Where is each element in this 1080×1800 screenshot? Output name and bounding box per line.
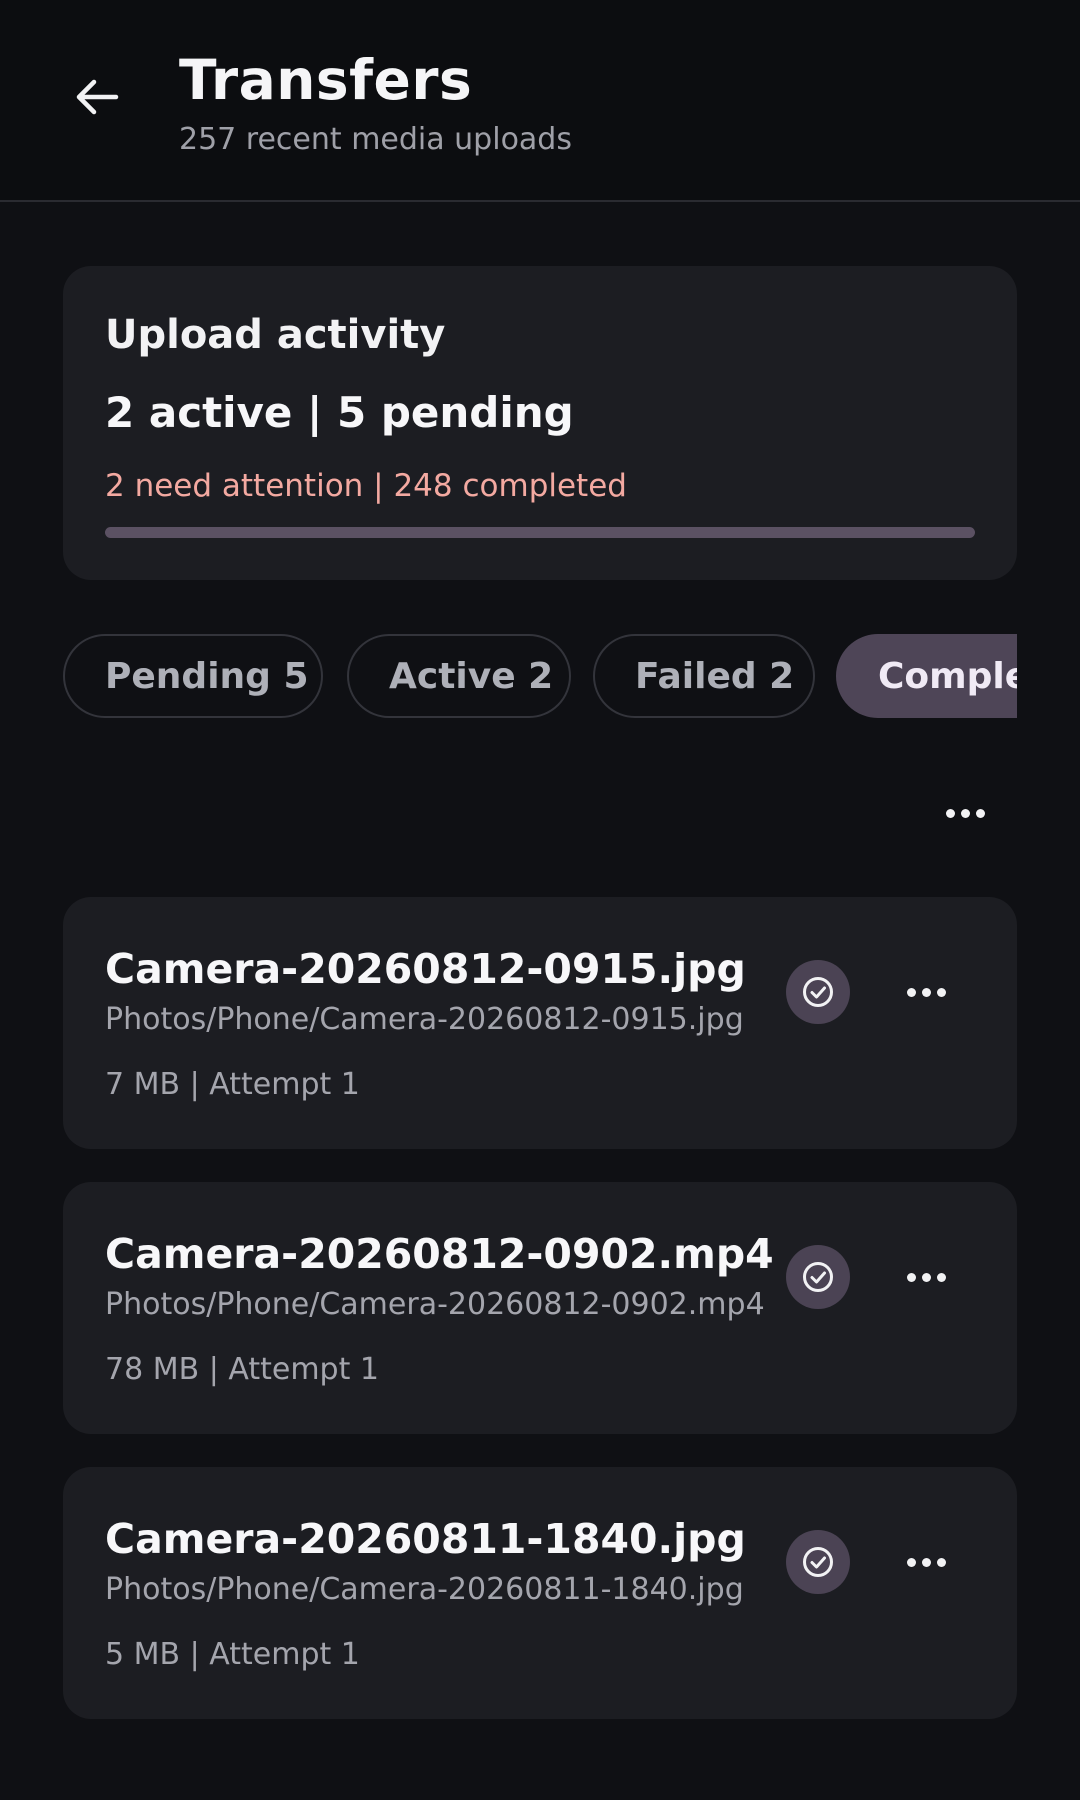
more-horizontal-icon bbox=[906, 1557, 946, 1567]
upload-progress-fill bbox=[105, 527, 975, 538]
more-horizontal-icon bbox=[945, 808, 985, 818]
filter-chip-label: Active 2 bbox=[389, 655, 554, 697]
file-name: Camera-20260811-1840.jpg bbox=[105, 1515, 746, 1563]
filter-chips: Pending 5 Active 2 Failed 2 Completed 24… bbox=[63, 634, 1017, 718]
activity-attention-summary: 2 need attention | 248 completed bbox=[105, 468, 627, 504]
filter-chip-failed[interactable]: Failed 2 bbox=[593, 634, 815, 718]
arrow-left-icon bbox=[76, 79, 119, 115]
file-name: Camera-20260812-0915.jpg bbox=[105, 945, 746, 993]
activity-title: Upload activity bbox=[105, 312, 446, 358]
file-path: Photos/Phone/Camera-20260812-0915.jpg bbox=[105, 1002, 744, 1037]
back-button[interactable] bbox=[62, 62, 132, 132]
filter-chip-completed[interactable]: Completed 248 bbox=[836, 634, 1017, 718]
file-meta: 78 MB | Attempt 1 bbox=[105, 1352, 379, 1387]
file-path: Photos/Phone/Camera-20260812-0902.mp4 bbox=[105, 1287, 765, 1322]
file-meta: 7 MB | Attempt 1 bbox=[105, 1067, 360, 1102]
item-more-button[interactable] bbox=[891, 1245, 961, 1309]
app-header: Transfers 257 recent media uploads bbox=[0, 0, 1080, 202]
filter-chip-label: Completed 248 bbox=[878, 655, 1017, 697]
filter-chip-active[interactable]: Active 2 bbox=[347, 634, 571, 718]
filter-chip-label: Pending 5 bbox=[105, 655, 309, 697]
transfer-item[interactable]: Camera-20260811-1840.jpg Photos/Phone/Ca… bbox=[63, 1467, 1017, 1719]
upload-activity-card: Upload activity 2 active | 5 pending 2 n… bbox=[63, 266, 1017, 580]
item-more-button[interactable] bbox=[891, 960, 961, 1024]
activity-counts: 2 active | 5 pending bbox=[105, 388, 574, 437]
item-more-button[interactable] bbox=[891, 1530, 961, 1594]
transfer-item[interactable]: Camera-20260812-0915.jpg Photos/Phone/Ca… bbox=[63, 897, 1017, 1149]
file-path: Photos/Phone/Camera-20260811-1840.jpg bbox=[105, 1572, 744, 1607]
check-circle-icon bbox=[786, 1245, 850, 1309]
page-title: Transfers bbox=[179, 48, 473, 112]
list-options-button[interactable] bbox=[930, 785, 1000, 841]
page-subtitle: 257 recent media uploads bbox=[179, 122, 572, 157]
transfer-item[interactable]: Camera-20260812-0902.mp4 Photos/Phone/Ca… bbox=[63, 1182, 1017, 1434]
file-meta: 5 MB | Attempt 1 bbox=[105, 1637, 360, 1672]
more-horizontal-icon bbox=[906, 1272, 946, 1282]
check-circle-icon bbox=[786, 960, 850, 1024]
check-circle-icon bbox=[786, 1530, 850, 1594]
filter-chip-pending[interactable]: Pending 5 bbox=[63, 634, 323, 718]
upload-progress-bar bbox=[105, 527, 975, 538]
filter-chip-label: Failed 2 bbox=[635, 655, 795, 697]
file-name: Camera-20260812-0902.mp4 bbox=[105, 1230, 774, 1278]
more-horizontal-icon bbox=[906, 987, 946, 997]
